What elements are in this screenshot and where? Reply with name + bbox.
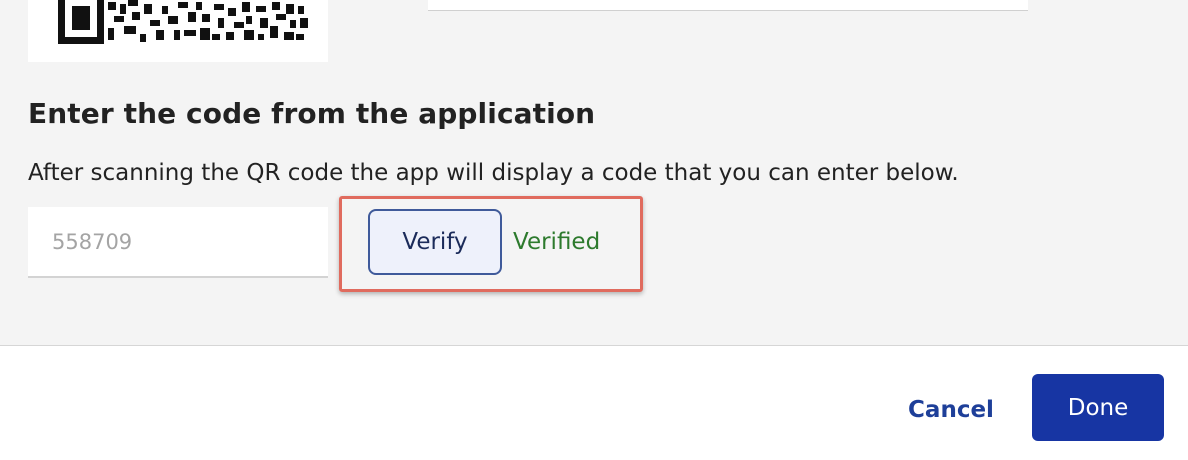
- code-description: After scanning the QR code the app will …: [28, 160, 959, 186]
- top-field[interactable]: [428, 0, 1028, 11]
- verified-status: Verified: [513, 229, 601, 255]
- cancel-button[interactable]: Cancel: [893, 382, 1009, 438]
- qr-code-icon: [58, 0, 308, 44]
- code-heading: Enter the code from the application: [28, 97, 596, 130]
- mfa-setup-panel: Enter the code from the application Afte…: [0, 0, 1188, 346]
- done-button[interactable]: Done: [1032, 374, 1164, 441]
- verification-code-input[interactable]: [28, 207, 328, 278]
- verify-button[interactable]: Verify: [368, 209, 502, 275]
- qr-code-image: [28, 0, 328, 62]
